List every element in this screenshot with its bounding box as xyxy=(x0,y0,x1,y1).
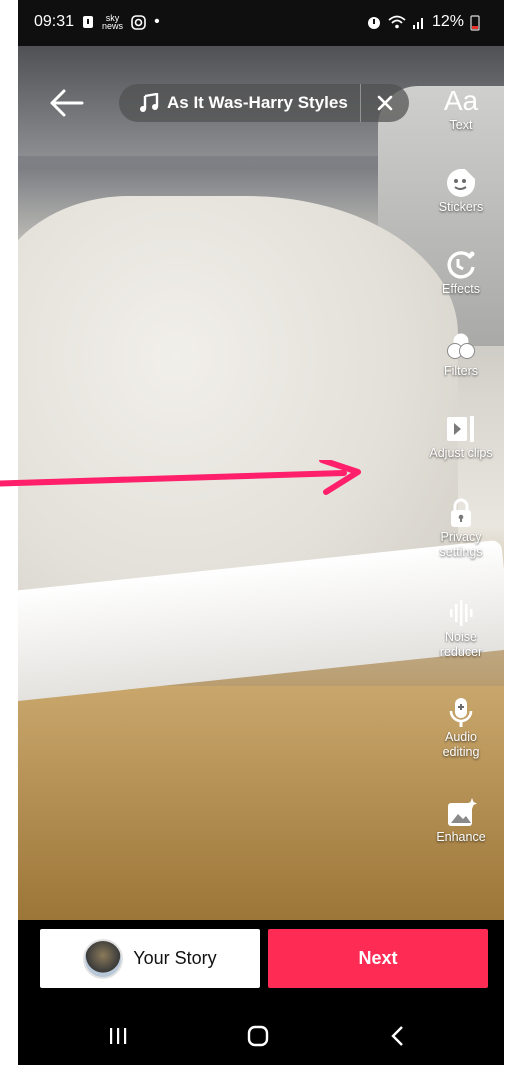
home-button[interactable] xyxy=(218,1007,298,1065)
adjust-clips-icon xyxy=(447,416,474,442)
home-icon xyxy=(247,1025,269,1047)
recent-apps-icon xyxy=(110,1028,127,1044)
phone-screen: 09:31 sky news • 12% As It Was-Harry Sty… xyxy=(18,0,504,1065)
notification-icon xyxy=(83,16,94,28)
microphone-icon xyxy=(449,698,473,727)
status-bar: 09:31 sky news • 12% xyxy=(18,0,504,46)
music-selector[interactable]: As It Was-Harry Styles xyxy=(119,84,409,122)
next-button[interactable]: Next xyxy=(268,929,488,988)
enhance-icon xyxy=(448,798,477,826)
noise-reducer-tool[interactable]: Noise reducer xyxy=(418,596,504,660)
avatar xyxy=(83,938,124,979)
adjust-clips-tool[interactable]: Adjust clips xyxy=(418,412,504,461)
stickers-tool[interactable]: Stickers xyxy=(418,166,504,215)
remove-music-button[interactable] xyxy=(361,84,409,122)
text-tool[interactable]: Aa Text xyxy=(418,84,504,133)
lock-icon xyxy=(451,498,471,527)
music-title: As It Was-Harry Styles xyxy=(167,93,348,112)
status-dot: • xyxy=(154,13,160,30)
system-nav-bar xyxy=(18,1007,504,1065)
enhance-tool[interactable]: Enhance xyxy=(418,796,504,845)
filters-icon xyxy=(447,333,475,359)
your-story-button[interactable]: Your Story xyxy=(40,929,260,988)
instagram-icon xyxy=(131,14,146,30)
sticker-icon xyxy=(447,169,475,197)
privacy-settings-tool[interactable]: Privacy settings xyxy=(418,496,504,560)
audio-editing-tool[interactable]: Audio editing xyxy=(418,696,504,760)
battery-percent: 12% xyxy=(431,13,464,30)
back-chevron-icon xyxy=(391,1026,403,1046)
noise-reducer-icon xyxy=(450,600,473,626)
battery-icon xyxy=(470,14,480,31)
music-note-icon xyxy=(140,93,159,112)
effects-tool[interactable]: Effects xyxy=(418,248,504,297)
signal-icon xyxy=(412,18,423,29)
bottom-action-bar: Your Story Next xyxy=(18,920,504,1007)
wifi-icon xyxy=(388,15,406,29)
text-icon: Aa xyxy=(443,85,479,116)
sky-news-icon: sky news xyxy=(102,13,124,31)
effects-icon xyxy=(447,251,475,279)
filters-tool[interactable]: Filters xyxy=(418,330,504,379)
close-icon xyxy=(377,95,393,111)
recent-apps-button[interactable] xyxy=(78,1007,158,1065)
back-arrow-icon[interactable] xyxy=(48,88,84,118)
back-button[interactable] xyxy=(358,1007,438,1065)
alarm-icon xyxy=(367,17,380,29)
annotation-arrow-icon xyxy=(0,460,361,495)
status-time: 09:31 xyxy=(34,13,75,30)
